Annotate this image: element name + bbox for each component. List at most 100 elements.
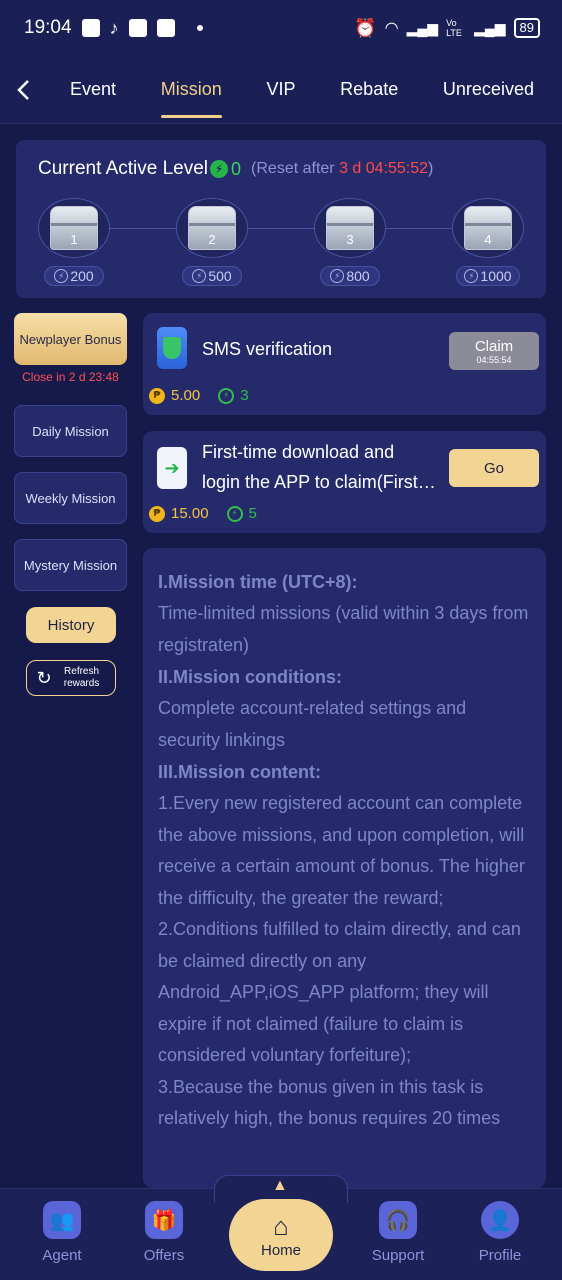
reset-time: 3 d 04:55:52 xyxy=(339,160,429,177)
chest-1[interactable]: 1 xyxy=(38,198,110,262)
bolt-icon: ⚡ xyxy=(192,269,207,283)
refresh-label: Refresh rewards xyxy=(63,666,100,689)
notification-icon xyxy=(128,19,147,37)
tab-vip[interactable]: VIP xyxy=(258,69,303,110)
rules-text: 1.Every new registered account can compl… xyxy=(158,793,525,908)
status-time: 19:04 xyxy=(24,17,72,38)
bottom-nav: ▲ 👥 Agent 🎁 Offers ⌂ Home 🎧 Support 👤 Pr… xyxy=(0,1175,562,1280)
chest-label: 2 xyxy=(208,232,216,247)
mission-rewards: ₱ 15.00 ⚡ 5 xyxy=(149,505,257,522)
chest-progress: 1 ⚡ 200 2 ⚡ 500 3 ⚡ 800 4 ⚡ 1000 xyxy=(38,198,528,288)
rules-heading: I.Mission time (UTC+8): xyxy=(158,572,358,592)
history-button[interactable]: History xyxy=(26,607,116,643)
phone-shield-icon xyxy=(157,327,187,369)
sidebar-item-newplayer-bonus[interactable]: Newplayer Bonus xyxy=(14,313,127,365)
status-icons: ⏰ ◠ ▂▄▆ Vo LTE ▂▄▆ 89 xyxy=(354,18,540,39)
coin-reward: 15.00 xyxy=(171,505,209,522)
top-nav: Event Mission VIP Rebate Unreceived xyxy=(0,56,562,124)
nav-label: Home xyxy=(260,1241,301,1259)
nav-label: Profile xyxy=(478,1247,522,1264)
reset-prefix: (Reset after xyxy=(251,160,340,177)
rules-heading: III.Mission content: xyxy=(158,762,322,782)
claim-countdown: 04:55:54 xyxy=(476,354,512,365)
nav-home[interactable]: ⌂ Home xyxy=(229,1199,333,1271)
progress-line xyxy=(386,228,452,229)
chest-reward-value: 200 xyxy=(70,268,94,284)
status-bar: 19:04 ♪ ⏰ ◠ ▂▄▆ Vo LTE ▂▄▆ 89 xyxy=(0,0,562,56)
chest-4[interactable]: 4 xyxy=(452,198,524,262)
progress-line xyxy=(248,228,314,229)
alarm-icon: ⏰ xyxy=(354,17,377,38)
mission-title: First-time download and login the APP to… xyxy=(202,437,436,497)
coin-icon: ₱ xyxy=(149,505,165,522)
signal-icon: ▂▄▆ xyxy=(406,19,439,36)
level-title-row: Current Active Level ⚡ 0 (Reset after 3 … xyxy=(38,158,433,180)
nav-offers[interactable]: 🎁 Offers xyxy=(124,1201,204,1264)
rules-text: 3.Because the bonus given in this task i… xyxy=(158,1076,501,1129)
chest-2[interactable]: 2 xyxy=(176,198,248,262)
mission-rules: I.Mission time (UTC+8): Time-limited mis… xyxy=(143,548,546,1188)
wifi-icon: ◠ xyxy=(384,20,399,37)
sidebar-item-daily-mission[interactable]: Daily Mission xyxy=(14,405,127,457)
reset-suffix: ) xyxy=(428,160,434,177)
claim-button[interactable]: Claim 04:55:54 xyxy=(449,332,539,370)
nav-label: Agent xyxy=(42,1247,82,1264)
refresh-rewards-button[interactable]: ↻ Refresh rewards xyxy=(26,660,116,696)
tab-unreceived[interactable]: Unreceived xyxy=(435,69,542,110)
chest-3[interactable]: 3 xyxy=(314,198,386,262)
nav-support[interactable]: 🎧 Support xyxy=(358,1201,438,1264)
rules-text: 2.Conditions fulfilled to claim directly… xyxy=(158,919,521,1065)
gift-icon: 🎁 xyxy=(145,1201,183,1239)
more-notifications-icon xyxy=(196,25,203,31)
nav-agent[interactable]: 👥 Agent xyxy=(22,1201,102,1264)
chevron-left-icon xyxy=(17,79,29,100)
nav-label: Support xyxy=(371,1247,425,1264)
nav-profile[interactable]: 👤 Profile xyxy=(460,1201,540,1264)
tab-mission[interactable]: Mission xyxy=(153,69,230,118)
points-reward: 3 xyxy=(240,387,249,404)
chest-reward: ⚡ 500 xyxy=(182,266,242,286)
mission-app-download: ➔ First-time download and login the APP … xyxy=(143,431,546,533)
sidebar-item-weekly-mission[interactable]: Weekly Mission xyxy=(14,472,127,524)
notification-icon xyxy=(81,19,100,37)
progress-line xyxy=(110,228,176,229)
tiktok-icon: ♪ xyxy=(109,17,119,38)
agent-icon: 👥 xyxy=(43,1201,81,1239)
home-icon: ⌂ xyxy=(273,1210,289,1241)
tab-event[interactable]: Event xyxy=(62,69,124,110)
back-button[interactable] xyxy=(0,66,48,114)
notification-icon xyxy=(156,19,175,37)
tab-rebate[interactable]: Rebate xyxy=(332,69,406,110)
refresh-icon: ↻ xyxy=(36,667,52,688)
mission-rewards: ₱ 5.00 ⚡ 3 xyxy=(149,387,249,404)
support-icon: 🎧 xyxy=(379,1201,417,1239)
sidebar-item-mystery-mission[interactable]: Mystery Mission xyxy=(14,539,127,591)
mission-title: SMS verification xyxy=(202,339,333,359)
chest-reward-value: 800 xyxy=(346,268,370,284)
rules-heading: II.Mission conditions: xyxy=(158,667,342,687)
bolt-icon: ⚡ xyxy=(330,269,345,283)
signal-icon: ▂▄▆ xyxy=(474,19,506,36)
active-level-card: Current Active Level ⚡ 0 (Reset after 3 … xyxy=(16,140,546,298)
chest-reward: ⚡ 800 xyxy=(320,266,380,286)
chest-icon: 2 xyxy=(176,198,248,258)
chest-reward: ⚡ 1000 xyxy=(456,266,520,286)
bolt-icon: ⚡ xyxy=(226,505,243,522)
bolt-icon: ⚡ xyxy=(54,269,69,283)
chest-label: 1 xyxy=(70,232,78,247)
chest-icon: 1 xyxy=(38,198,110,258)
go-button[interactable]: Go xyxy=(449,449,539,487)
nav-label: Offers xyxy=(143,1247,185,1264)
coin-icon: ₱ xyxy=(149,387,165,404)
mission-title-line: login the APP to claim(First… xyxy=(202,472,436,492)
bolt-icon: ⚡ xyxy=(210,160,229,178)
chevron-up-icon[interactable]: ▲ xyxy=(272,1177,288,1195)
level-title: Current Active Level xyxy=(38,158,209,179)
level-value: 0 xyxy=(231,158,242,179)
chest-reward-value: 1000 xyxy=(480,268,512,284)
coin-reward: 5.00 xyxy=(171,387,201,404)
chest-label: 4 xyxy=(484,232,492,247)
tab-bar: Event Mission VIP Rebate Unreceived xyxy=(48,69,562,118)
claim-label: Claim xyxy=(474,337,514,355)
network-type: Vo LTE xyxy=(446,18,462,38)
